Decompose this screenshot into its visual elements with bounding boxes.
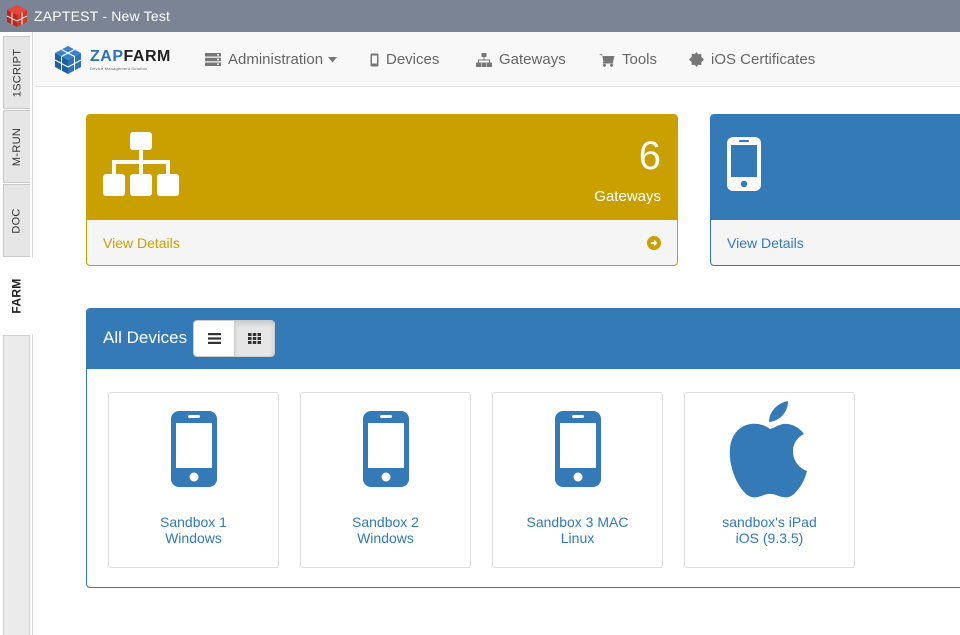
device-name-line2: iOS (9.3.5) [735, 530, 804, 546]
nav-gateways-label: Gateways [499, 51, 566, 68]
nav-administration[interactable]: Administration [205, 32, 338, 87]
server-icon [205, 53, 221, 66]
all-devices-heading: All Devices [87, 309, 960, 369]
nav-tools[interactable]: Tools [599, 32, 657, 87]
device-name-line2: Windows [357, 530, 414, 546]
list-view-button[interactable] [194, 321, 234, 356]
device-name-line1: sandbox's iPad [722, 514, 817, 530]
zapfarm-cube-icon [54, 46, 82, 74]
mobile-phone-icon [170, 411, 217, 487]
apple-icon [729, 401, 807, 498]
grid-view-button[interactable] [234, 321, 274, 356]
devices-panel: View Details [710, 114, 960, 266]
side-tab-doc[interactable]: DOC [3, 184, 30, 257]
side-tab-label: FARM [9, 278, 24, 314]
device-card-sandbox-ipad[interactable]: sandbox's iPad iOS (9.3.5) [684, 392, 855, 568]
side-tab-label: DOC [10, 207, 23, 234]
logo-farm-text: FARM [123, 48, 171, 65]
gateways-panel-heading: 6 Gateways [87, 115, 677, 220]
mobile-phone-icon [554, 411, 601, 487]
side-tab-label: M-RUN [11, 127, 24, 166]
nav-administration-label: Administration [228, 51, 324, 68]
device-name-line1: Sandbox 1 [160, 514, 227, 530]
gateways-view-details-link[interactable]: View Details [87, 220, 677, 265]
window-title: ZAPTEST - New Test [34, 8, 171, 24]
logo-tagline: Device Management Solution [90, 66, 148, 71]
side-tab-filler [3, 335, 30, 635]
nav-devices-label: Devices [386, 51, 440, 68]
sitemap-icon [476, 52, 492, 67]
view-toggle-group [193, 320, 275, 357]
mobile-icon [370, 53, 379, 67]
gateways-panel: 6 Gateways View Details [86, 114, 678, 266]
device-name: Sandbox 1 Windows [113, 514, 274, 546]
device-name-line2: Windows [165, 530, 222, 546]
nav-gateways[interactable]: Gateways [476, 32, 566, 87]
window-titlebar: ZAPTEST - New Test [0, 0, 960, 32]
device-name: Sandbox 2 Windows [305, 514, 466, 546]
devices-view-details-link[interactable]: View Details [711, 220, 960, 265]
nav-tools-label: Tools [622, 51, 658, 68]
device-name-line1: Sandbox 3 MAC [526, 514, 629, 530]
nav-ios-certificates-label: iOS Certificates [711, 51, 816, 68]
zaptest-app-icon [6, 5, 28, 27]
device-card-sandbox-2[interactable]: Sandbox 2 Windows [300, 392, 471, 568]
all-devices-panel: All Devices Sandbox 1 Windows Sandbox 2 … [86, 308, 960, 588]
mobile-phone-icon [362, 411, 409, 487]
side-tab-bar: 1SCRIPT M-RUN DOC FARM [0, 32, 33, 635]
side-tab-1script[interactable]: 1SCRIPT [3, 36, 30, 109]
nav-devices[interactable]: Devices [370, 32, 439, 87]
grid-icon [248, 333, 261, 344]
all-devices-title: All Devices [103, 328, 188, 347]
view-details-label: View Details [727, 235, 804, 251]
top-navbar: ZAPFARM Device Management Solution Admin… [34, 32, 960, 87]
zapfarm-logo[interactable]: ZAPFARM Device Management Solution [52, 43, 171, 77]
device-card-sandbox-3[interactable]: Sandbox 3 MAC Linux [492, 392, 663, 568]
sitemap-icon [103, 132, 179, 196]
nav-ios-certificates[interactable]: iOS Certificates [689, 32, 815, 87]
caret-down-icon [328, 56, 338, 63]
certificate-icon [689, 52, 704, 67]
logo-zap-text: ZAP [90, 48, 124, 65]
device-card-sandbox-1[interactable]: Sandbox 1 Windows [108, 392, 279, 568]
arrow-circle-right-icon [647, 236, 661, 250]
device-name: sandbox's iPad iOS (9.3.5) [689, 514, 850, 546]
device-name-line2: Linux [560, 530, 595, 546]
side-tab-m-run[interactable]: M-RUN [3, 110, 30, 183]
device-name-line1: Sandbox 2 [352, 514, 419, 530]
device-name: Sandbox 3 MAC Linux [497, 514, 658, 546]
list-icon [207, 333, 221, 344]
side-tab-farm[interactable]: FARM [0, 258, 33, 334]
side-tab-label: 1SCRIPT [11, 48, 23, 97]
gateways-count-label: Gateways [594, 188, 661, 205]
mobile-phone-icon [727, 137, 761, 191]
devices-panel-heading [711, 115, 960, 220]
view-details-label: View Details [103, 235, 180, 251]
gateways-count: 6 [638, 134, 661, 178]
shopping-cart-icon [599, 53, 615, 67]
